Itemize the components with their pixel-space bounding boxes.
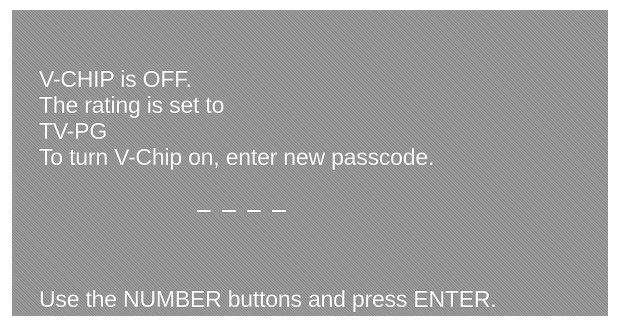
rating-value-text: TV-PG (39, 118, 108, 144)
passcode-slot (247, 210, 261, 212)
rating-prefix-text: The rating is set to (39, 92, 225, 118)
hint-text: Use the NUMBER buttons and press ENTER. (39, 286, 497, 312)
vchip-osd-panel: V-CHIP is OFF. The rating is set to TV-P… (12, 10, 608, 316)
passcode-slot (197, 210, 211, 212)
instruction-text: To turn V-Chip on, enter new passcode. (39, 144, 435, 170)
passcode-input[interactable] (197, 210, 286, 212)
passcode-slot (272, 210, 286, 212)
passcode-slot (222, 210, 236, 212)
vchip-status-text: V-CHIP is OFF. (39, 66, 192, 92)
